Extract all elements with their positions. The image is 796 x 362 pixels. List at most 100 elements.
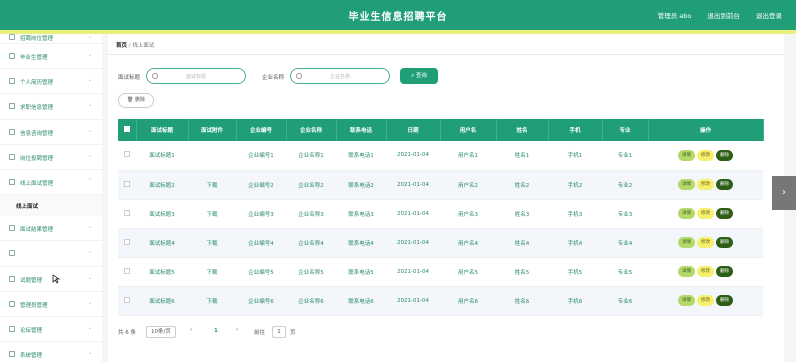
edit-button[interactable]: 修改 bbox=[697, 179, 714, 190]
main-panel: 首页 / 线上面试 面试标题 面试标题 企业名称 企业名称 ⌕ 查询 🗑 删除 bbox=[108, 34, 784, 362]
batch-delete-button[interactable]: 🗑 删除 bbox=[118, 93, 154, 108]
breadcrumb-home[interactable]: 首页 bbox=[116, 43, 127, 49]
sidebar-item-applications[interactable]: 岗位投聘管理 ⌄ bbox=[0, 145, 102, 170]
cell-attachment[interactable]: 下载 bbox=[188, 170, 236, 200]
row-checkbox[interactable] bbox=[118, 170, 136, 200]
col-header[interactable]: 姓名 bbox=[496, 119, 549, 141]
search-button[interactable]: ⌕ 查询 bbox=[400, 68, 438, 84]
goto-input[interactable]: 1 bbox=[272, 326, 286, 338]
edit-button[interactable]: 修改 bbox=[697, 295, 714, 306]
trash-icon: 🗑 bbox=[127, 97, 134, 103]
page-suffix: 页 bbox=[290, 330, 296, 336]
search-icon: ⌕ bbox=[411, 73, 415, 79]
delete-button[interactable]: 删除 bbox=[716, 237, 733, 248]
cell-attachment bbox=[188, 141, 236, 171]
sidebar-subitem-online-interview[interactable]: 线上面试 bbox=[0, 195, 102, 217]
col-header[interactable]: 日期 bbox=[386, 119, 441, 141]
logout-link[interactable]: 退出登录 bbox=[756, 12, 782, 20]
cell-attachment[interactable]: 下载 bbox=[188, 286, 236, 316]
sidebar-item-admins[interactable]: 管理员管理 ⌄ bbox=[0, 292, 102, 317]
cell-username: 用户名3 bbox=[440, 199, 496, 229]
sidebar-item-hidden[interactable]: ⌄ bbox=[0, 241, 102, 267]
sidebar-item-system[interactable]: 系统管理 ⌄ bbox=[0, 342, 102, 362]
sidebar-item-interview-results[interactable]: 面试结果管理 ⌄ bbox=[0, 216, 102, 242]
company-name-input[interactable]: 企业名称 bbox=[290, 68, 390, 84]
col-header[interactable]: 用户名 bbox=[440, 119, 497, 141]
chevron-right-icon[interactable]: › bbox=[772, 176, 796, 210]
detail-button[interactable]: 详情 bbox=[678, 295, 695, 306]
list-icon bbox=[9, 103, 15, 110]
row-checkbox[interactable] bbox=[118, 228, 136, 258]
sidebar-item-resumes[interactable]: 个人简历管理 ⌄ bbox=[0, 69, 102, 95]
cell-date: 2021-01-04 bbox=[386, 199, 440, 229]
col-header[interactable]: 联系电话 bbox=[336, 119, 387, 141]
cell-mobile: 手机5 bbox=[548, 257, 602, 287]
grid-icon bbox=[9, 34, 15, 40]
detail-button-label: 详情 bbox=[682, 182, 691, 187]
row-checkbox[interactable] bbox=[118, 286, 136, 316]
chat-icon bbox=[9, 128, 15, 135]
delete-button[interactable]: 删除 bbox=[716, 295, 733, 306]
cell-attachment[interactable]: 下载 bbox=[188, 228, 236, 258]
row-checkbox[interactable] bbox=[118, 141, 136, 171]
sidebar-item-interviews[interactable]: 线上面试管理 ⌃ bbox=[0, 170, 102, 196]
row-checkbox[interactable] bbox=[118, 257, 136, 287]
cell-attachment[interactable]: 下载 bbox=[188, 199, 236, 229]
sidebar-item-job-info[interactable]: 求职信息管理 ⌄ bbox=[0, 94, 102, 120]
delete-button[interactable]: 删除 bbox=[716, 179, 733, 190]
interview-title-input[interactable]: 面试标题 bbox=[146, 68, 246, 84]
delete-button-label: 删除 bbox=[720, 211, 729, 216]
cell-phone: 联系电话3 bbox=[336, 199, 386, 229]
cell-company-name: 企业名称1 bbox=[286, 141, 336, 171]
sidebar-item-label: 试题管理 bbox=[20, 277, 43, 284]
cell-username: 用户名6 bbox=[440, 286, 496, 316]
next-page-button[interactable]: › bbox=[236, 327, 238, 333]
sidebar-item-graduates[interactable]: 毕业生管理 ⌄ bbox=[0, 44, 102, 70]
delete-button[interactable]: 删除 bbox=[716, 208, 733, 219]
detail-button[interactable]: 详情 bbox=[678, 208, 695, 219]
col-header[interactable]: 面试附件 bbox=[188, 119, 237, 141]
chevron-down-icon: ⌄ bbox=[87, 127, 92, 134]
delete-button[interactable]: 删除 bbox=[716, 266, 733, 277]
col-header[interactable]: 面试标题 bbox=[136, 119, 189, 141]
delete-button[interactable]: 删除 bbox=[716, 149, 733, 161]
breadcrumb-current: 线上面试 bbox=[132, 43, 155, 49]
edit-button-label: 修改 bbox=[701, 182, 710, 187]
sidebar-item-jobs[interactable]: 招聘岗位管理 ⌄ bbox=[0, 34, 102, 44]
select-all-checkbox[interactable] bbox=[118, 119, 137, 141]
col-header[interactable]: 手机 bbox=[548, 119, 603, 141]
table-icon bbox=[9, 153, 15, 160]
col-header[interactable]: 企业编号 bbox=[236, 119, 287, 141]
row-checkbox[interactable] bbox=[118, 199, 136, 229]
cell-major: 专业2 bbox=[602, 170, 648, 200]
chevron-down-icon: ⌄ bbox=[87, 102, 92, 109]
sidebar-item-consult[interactable]: 信息咨询管理 ⌄ bbox=[0, 120, 102, 145]
edit-button[interactable]: 修改 bbox=[697, 149, 714, 161]
detail-button[interactable]: 详情 bbox=[678, 149, 695, 161]
delete-button-label: 删除 bbox=[720, 269, 729, 274]
cell-company-no: 企业编号6 bbox=[236, 286, 286, 316]
batch-delete-label: 删除 bbox=[134, 97, 145, 103]
cell-title: 面试标题3 bbox=[136, 199, 188, 229]
detail-button-label: 详情 bbox=[682, 152, 691, 158]
back-home-link[interactable]: 退出到前台 bbox=[707, 12, 740, 20]
sidebar-item-forum[interactable]: 论坛管理 ⌄ bbox=[0, 317, 102, 343]
col-header[interactable]: 专业 bbox=[602, 119, 649, 141]
edit-button[interactable]: 修改 bbox=[697, 237, 714, 248]
detail-button-label: 详情 bbox=[682, 298, 691, 303]
breadcrumb-separator: / bbox=[128, 43, 131, 49]
chat-icon bbox=[9, 325, 15, 332]
detail-button[interactable]: 详情 bbox=[678, 179, 695, 190]
detail-button[interactable]: 详情 bbox=[678, 237, 695, 248]
prev-page-button[interactable]: ‹ bbox=[190, 327, 192, 333]
edit-button[interactable]: 修改 bbox=[697, 208, 714, 219]
page-size-select[interactable]: 10条/页 bbox=[146, 326, 176, 338]
company-name-placeholder: 企业名称 bbox=[329, 74, 350, 80]
col-header[interactable]: 企业名称 bbox=[286, 119, 337, 141]
cell-attachment[interactable]: 下载 bbox=[188, 257, 236, 287]
cell-username: 用户名2 bbox=[440, 170, 496, 200]
current-page[interactable]: 1 bbox=[214, 328, 218, 334]
sidebar-item-questions[interactable]: 试题管理 ⌄ bbox=[0, 267, 102, 292]
edit-button[interactable]: 修改 bbox=[697, 266, 714, 277]
detail-button[interactable]: 详情 bbox=[678, 266, 695, 277]
